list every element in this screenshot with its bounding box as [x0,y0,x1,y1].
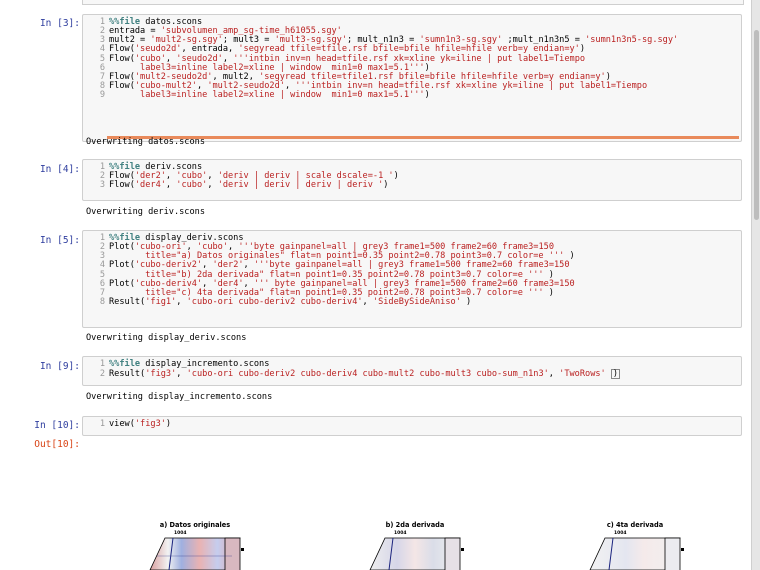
code-token: ) [383,180,389,191]
code-token: , [165,180,177,191]
line-number: 1 [99,17,105,27]
string-token: label3=inline label2=xline | window min1… [109,90,425,101]
code-editor[interactable]: 1 %%file display_deriv.scons 2 Plot('cubo-o… [82,230,742,328]
vertical-scrollbar[interactable] [751,0,760,570]
code-token: ) [165,419,172,429]
figure-panel: b) 2da derivada 1004 [330,518,500,570]
line-number: 6 [99,278,105,289]
code-area[interactable]: 1 %%file deriv.scons 2 Flow('der2', 'cubo',… [83,162,399,190]
figure-output: a) Datos originales 1004 b) 2da derivada [110,518,740,570]
string-token: 'fig3' [134,419,166,429]
code-token: ) [393,171,399,182]
code-editor[interactable]: 1 view('fig3') [82,416,742,436]
line-number: 1 [99,233,105,243]
line-number: 3 [99,180,105,191]
code-token: ) [424,90,430,101]
line-number: 4 [99,44,105,55]
seismic-cube-image [369,537,464,570]
code-area[interactable]: 1 %%file datos.scons 2 entrada = 'subvolume… [83,17,679,100]
line-number: 9 [99,90,105,101]
code-token: Result( [109,297,146,308]
string-token: 'cubo' [176,180,208,191]
line-number: 5 [99,269,105,280]
cell-output: Overwriting display_incremento.scons [86,392,273,402]
string-token: 'fig3' [145,369,177,380]
string-token: 'der4' [134,180,166,191]
code-editor[interactable]: 1 %%file datos.scons 2 entrada = 'subvolume… [82,14,742,142]
cell-output: Overwriting datos.scons [86,137,205,147]
code-editor[interactable]: 1 %%file deriv.scons 2 Flow('der2', 'cubo',… [82,159,742,201]
line-number: 2 [99,171,105,182]
string-token: 'fig1' [145,297,177,308]
code-line[interactable]: 8 Result('fig1', 'cubo-ori cubo-deriv2 cu… [83,297,575,308]
input-prompt: In [5]: [39,235,80,246]
seismic-cube-image [589,537,684,570]
code-token: ) [543,287,554,298]
line-number: 2 [99,26,105,37]
string-token: 'TwoRows' [559,369,606,380]
line-number: 1 [99,419,105,429]
code-line[interactable]: 9 label3=inline label2=xline | window mi… [83,91,678,100]
cell-output: Overwriting display_deriv.scons [86,333,247,343]
line-number: 3 [99,35,105,46]
line-number: 8 [99,81,105,92]
figure-panel: a) Datos originales 1004 [110,518,280,570]
line-number: 6 [99,62,105,73]
code-line[interactable]: 2 Result('fig3', 'cubo-ori cubo-deriv2 cu… [83,369,621,380]
output-prompt: Out[10]: [34,439,80,450]
line-number: 2 [99,242,105,253]
code-area[interactable]: 1 view('fig3') [83,419,172,429]
code-token: , [207,180,218,191]
line-number: 5 [99,53,105,64]
code-area[interactable]: 1 %%file display_deriv.scons 2 Plot('cubo-o… [83,233,575,308]
string-token: 'deriv | deriv | deriv | deriv ' [217,180,384,191]
code-area[interactable]: 1 %%file display_incremento.scons 2 Result(… [83,359,621,380]
code-token: , [362,297,373,308]
code-token: Flow( [109,180,135,191]
input-prompt: In [9]: [39,361,80,372]
line-number: 1 [99,162,105,172]
string-token: 'cubo-ori cubo-deriv2 cubo-deriv4 cubo-m… [186,369,549,380]
seismic-cube-image [149,537,244,570]
line-number: 1 [99,359,105,369]
line-number: 7 [99,287,105,298]
line-number: 3 [99,251,105,262]
code-line[interactable]: 1 %%file display_incremento.scons [83,359,620,369]
code-token: ) [460,297,472,308]
code-line[interactable]: 3 Flow('der4', 'cubo', 'deriv | deriv | d… [83,181,399,190]
figure-panel: c) 4ta derivada 1004 [550,518,720,570]
string-token: 'cubo-ori cubo-deriv2 cubo-deriv4' [186,297,363,308]
line-number: 8 [99,297,105,308]
code-editor[interactable]: 1 %%file display_incremento.scons 2 Result(… [82,356,742,386]
line-number: 7 [99,71,105,82]
code-token: , [548,369,560,380]
code-token: display_incremento.scons [140,359,270,369]
previous-cell-edge [82,0,744,5]
code-token: , [176,297,187,308]
input-prompt: In [4]: [39,164,80,175]
input-prompt: In [3]: [39,18,80,29]
code-token: Result( [109,369,146,380]
magic-token: %%file [109,359,141,369]
notebook-page: In [3]: 1 %%file datos.scons 2 entrada = 's… [0,0,752,570]
code-token: , [176,369,187,380]
input-prompt: In [10]: [34,420,80,431]
string-token: 'sumn1n3n5-sg.sgy' [585,35,679,46]
line-number: 2 [99,369,105,380]
code-line[interactable]: 1 view('fig3') [83,419,172,429]
line-number: 4 [99,260,105,271]
scrollbar-thumb[interactable] [754,30,759,220]
code-token: view( [109,419,135,429]
string-token: 'SideBySideAniso' [372,297,461,308]
cell-output: Overwriting deriv.scons [86,207,205,217]
code-token: ) [610,369,621,380]
